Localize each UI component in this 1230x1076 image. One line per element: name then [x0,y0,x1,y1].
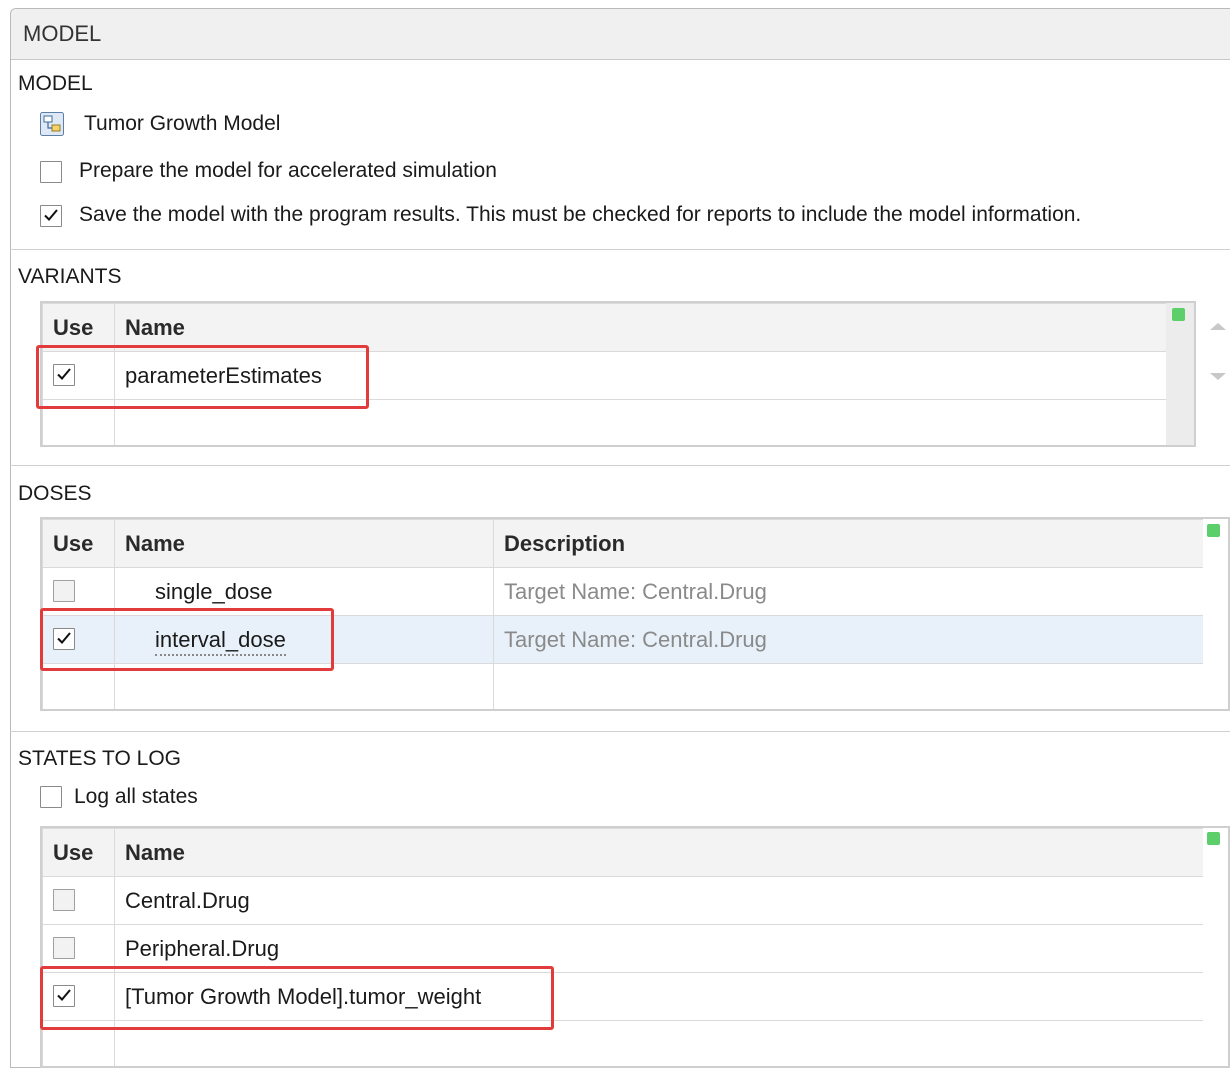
use-checkbox[interactable] [53,889,75,911]
status-indicator-icon [1172,308,1185,321]
model-name[interactable]: Tumor Growth Model [84,112,280,136]
use-checkbox[interactable] [53,580,75,602]
save-with-results-label: Save the model with the program results.… [79,203,1082,226]
highlight-box [40,966,554,1030]
status-indicator-icon [1207,524,1220,537]
log-all-states-checkbox[interactable] [40,786,62,808]
state-name[interactable]: Central.Drug [114,876,1203,925]
states-header-row: Use Name [42,828,1203,877]
column-header-description[interactable]: Description [493,519,1203,568]
variants-section-title: VARIANTS [18,265,122,288]
column-header-name[interactable]: Name [114,828,1203,877]
divider [10,465,1230,466]
doses-section-title: DOSES [18,482,92,505]
column-header-use[interactable]: Use [42,519,115,568]
divider [10,249,1230,250]
prepare-accelerated-checkbox[interactable] [40,161,62,183]
model-icon [40,112,64,136]
states-section-title: STATES TO LOG [18,747,181,770]
panel-header: MODEL [11,9,1230,60]
column-header-name[interactable]: Name [114,519,494,568]
log-all-states-label: Log all states [74,785,198,808]
save-with-results-checkbox[interactable] [40,205,62,227]
table-row[interactable]: Central.Drug [42,876,1203,925]
dose-description: Target Name: Central.Drug [493,567,1203,616]
dose-description: Target Name: Central.Drug [493,615,1203,664]
highlight-box [36,345,369,409]
highlight-box [40,608,334,671]
checkmark-icon [44,209,58,221]
status-indicator-icon [1207,832,1220,845]
column-header-use[interactable]: Use [42,828,115,877]
divider [10,731,1230,732]
scroll-down-icon[interactable] [1210,373,1226,380]
use-checkbox[interactable] [53,937,75,959]
prepare-accelerated-label: Prepare the model for accelerated simula… [79,159,497,182]
scroll-up-icon[interactable] [1210,323,1226,330]
states-table: Use Name Central.Drug Peripheral.Drug [T… [40,826,1230,1068]
doses-header-row: Use Name Description [42,519,1203,568]
model-section-title: MODEL [18,72,93,95]
variants-scrollbar[interactable] [1166,303,1194,445]
